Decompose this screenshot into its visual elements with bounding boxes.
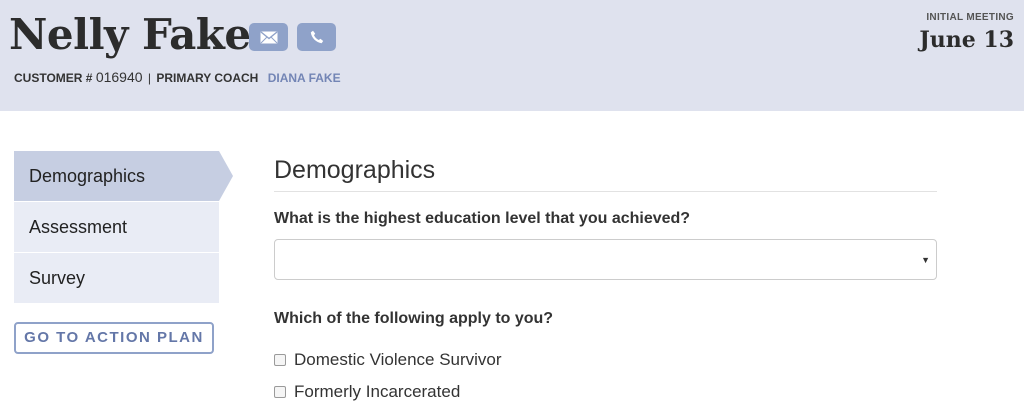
nav-item-survey[interactable]: Survey: [14, 253, 219, 304]
coach-link[interactable]: DIANA FAKE: [268, 71, 341, 85]
customer-header: Nelly Fake CUSTOMER # 016940 | PRIMARY C…: [0, 0, 1024, 111]
go-to-action-plan-button[interactable]: GO TO ACTION PLAN: [14, 322, 214, 354]
meeting-label: INITIAL MEETING: [926, 12, 1014, 23]
education-question: What is the highest education level that…: [274, 210, 691, 227]
phone-button[interactable]: [297, 23, 336, 51]
email-button[interactable]: [249, 23, 288, 51]
option-label: Formerly Incarcerated: [294, 382, 461, 401]
applies-question: Which of the following apply to you?: [274, 310, 554, 327]
section-title: Demographics: [274, 150, 937, 192]
option-formerly-incarcerated: Formerly Incarcerated: [274, 382, 460, 402]
caret-down-icon: ▼: [921, 255, 930, 265]
phone-icon: [310, 30, 324, 44]
initial-meeting: INITIAL MEETING June 13: [919, 11, 1014, 55]
side-nav: Demographics Assessment Survey: [14, 151, 233, 304]
meta-separator: |: [147, 71, 151, 85]
customer-meta: CUSTOMER # 016940 | PRIMARY COACH DIANA …: [14, 68, 341, 87]
nav-item-demographics[interactable]: Demographics: [14, 151, 233, 202]
meeting-date: June 13: [919, 27, 1014, 53]
formerly-incarcerated-checkbox[interactable]: [274, 386, 286, 398]
option-domestic-violence: Domestic Violence Survivor: [274, 350, 502, 370]
customer-label: CUSTOMER #: [14, 71, 93, 85]
coach-label: PRIMARY COACH: [156, 71, 259, 85]
nav-item-assessment[interactable]: Assessment: [14, 202, 219, 253]
option-label: Domestic Violence Survivor: [294, 350, 502, 369]
customer-number: 016940: [95, 69, 143, 85]
demographics-form: Demographics What is the highest educati…: [274, 150, 937, 401]
envelope-icon: [260, 30, 278, 44]
domestic-violence-checkbox[interactable]: [274, 354, 286, 366]
customer-name: Nelly Fake: [9, 10, 251, 59]
education-select[interactable]: ▼: [274, 239, 937, 280]
